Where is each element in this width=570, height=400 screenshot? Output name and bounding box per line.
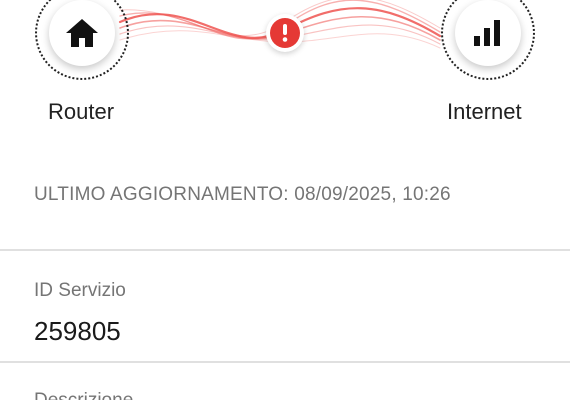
last-update-text: ULTIMO AGGIORNAMENTO: 08/09/2025, 10:26: [34, 184, 451, 205]
description-label: Descrizione: [34, 390, 133, 400]
connection-diagram: Router Internet: [0, 0, 570, 140]
service-id-label: ID Servizio: [34, 280, 126, 301]
service-id-value: 259805: [34, 316, 121, 346]
router-label: Router: [48, 99, 115, 124]
router-node-disc: [49, 0, 115, 66]
internet-node-disc: [455, 0, 521, 66]
divider: [0, 249, 570, 251]
divider: [0, 361, 570, 363]
connection-status-page: Router Internet ULTIMO AGGIORNAMENTO: 08…: [0, 0, 570, 400]
connection-error-badge[interactable]: [266, 14, 304, 52]
home-icon: [66, 19, 98, 47]
signal-bars-icon: [474, 20, 500, 46]
alert-icon: [270, 18, 300, 48]
internet-label: Internet: [447, 99, 522, 124]
